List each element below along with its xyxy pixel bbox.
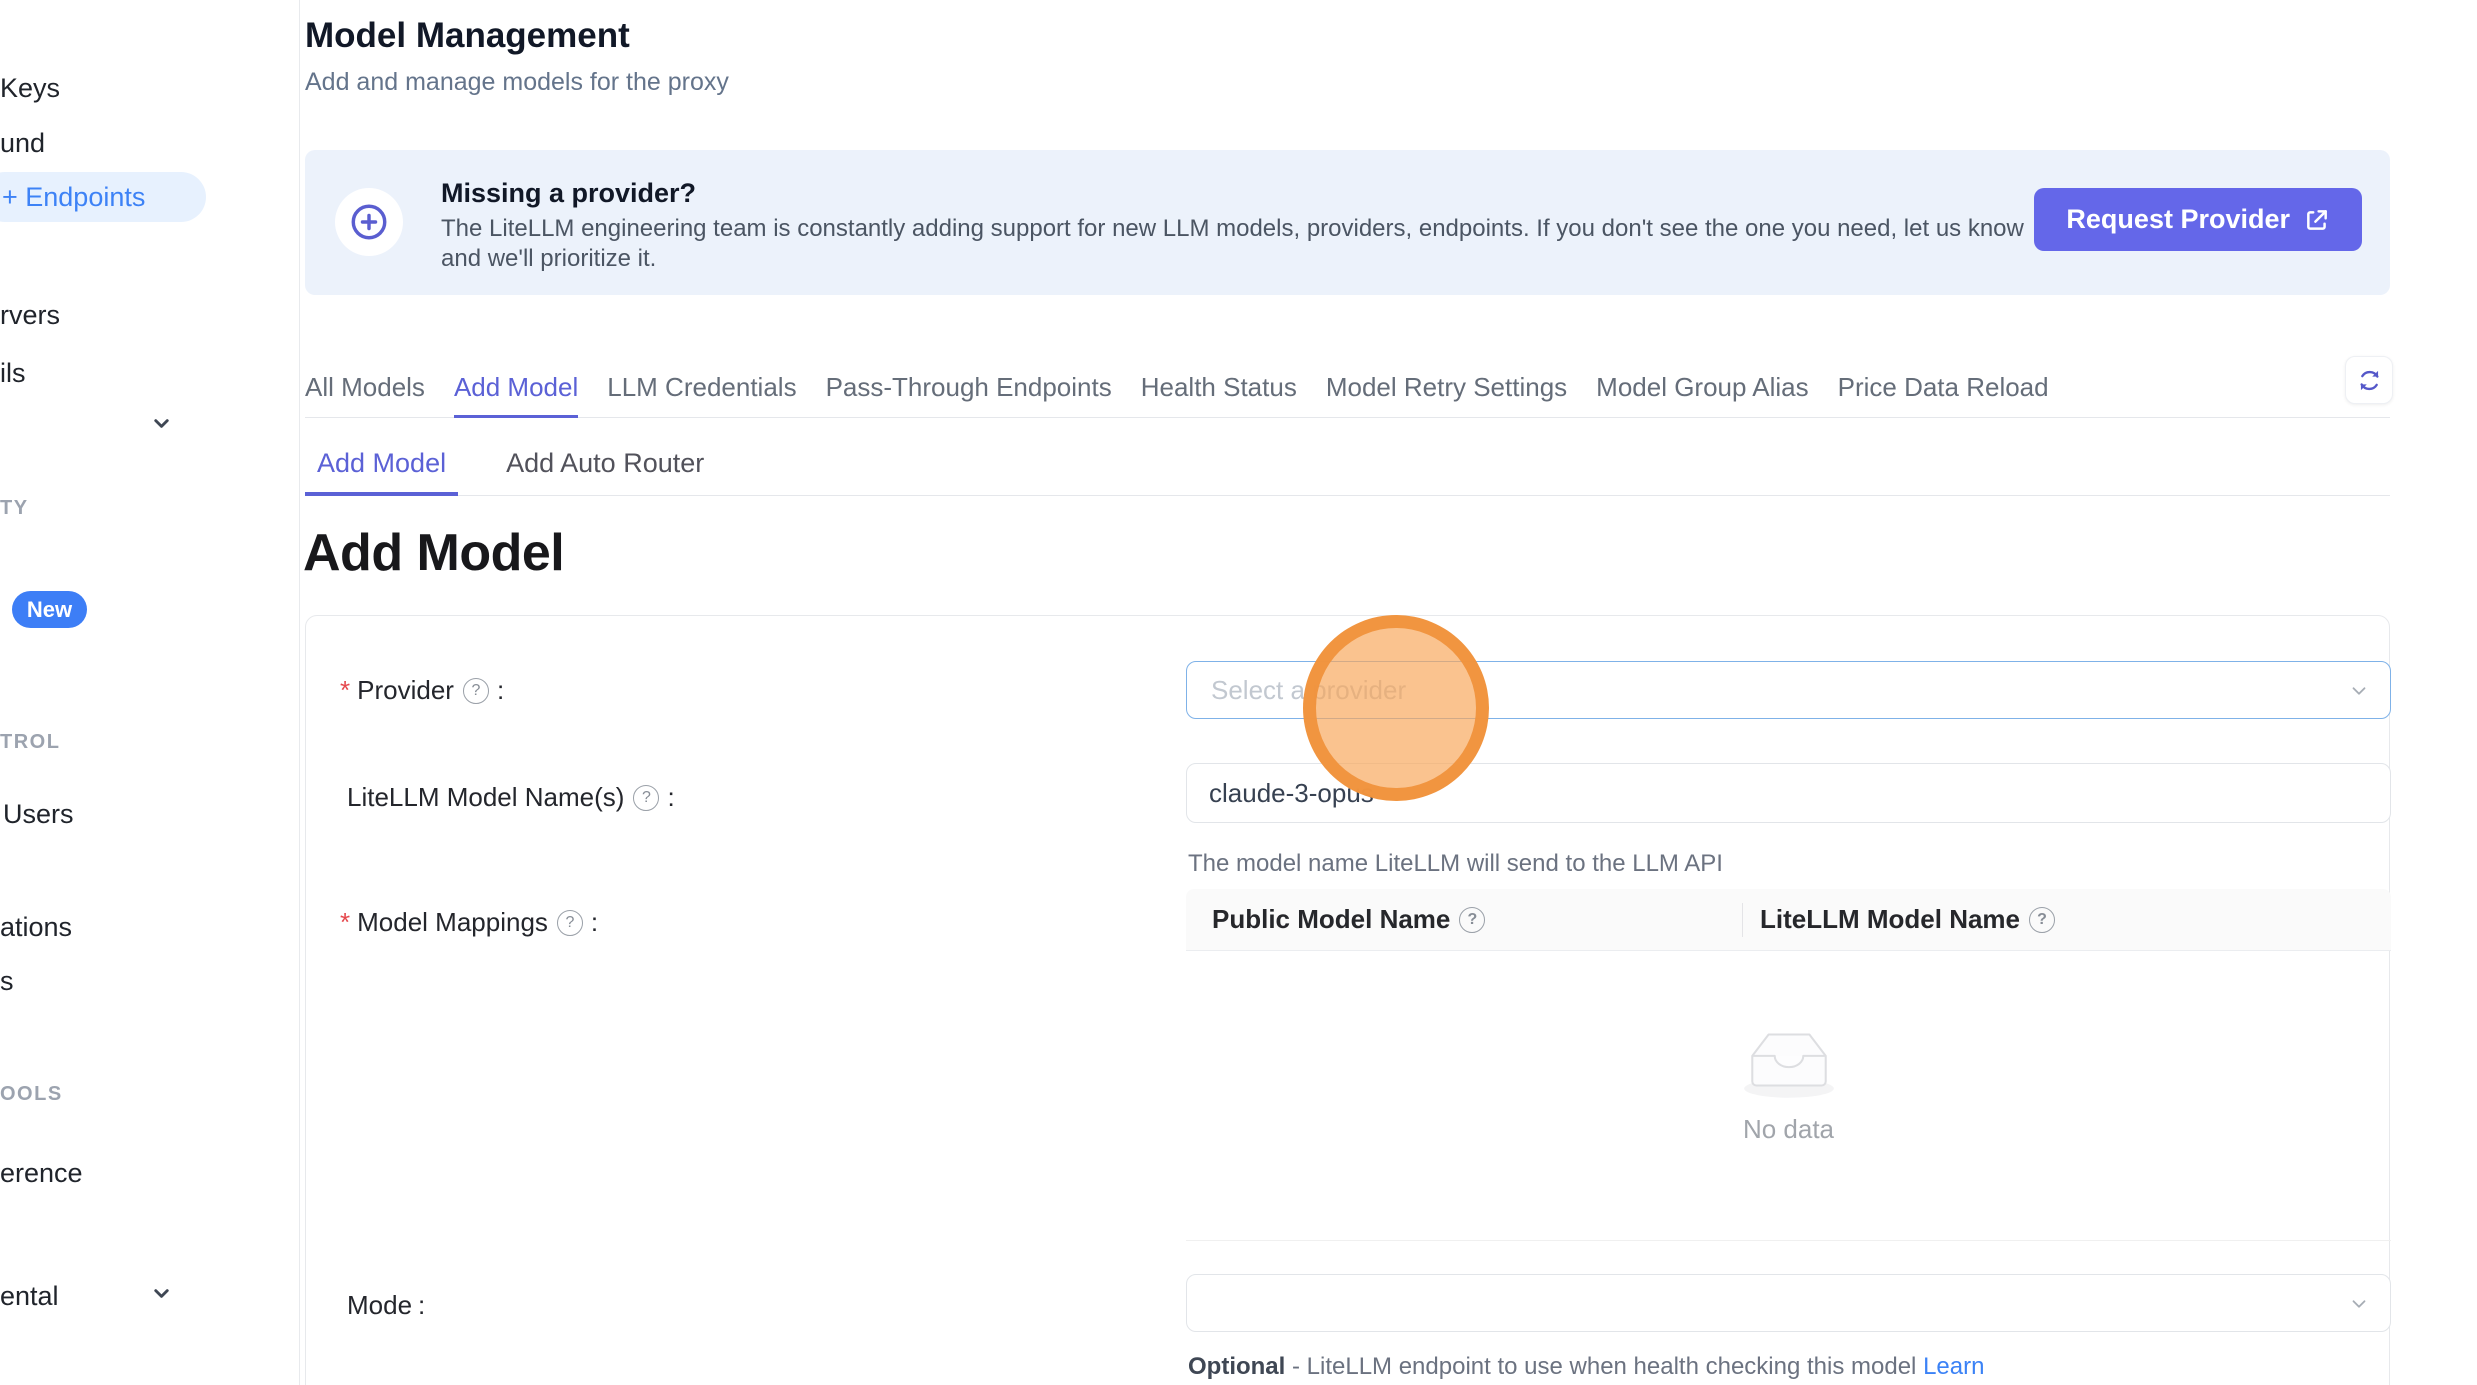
sidebar-item-users[interactable]: Users (3, 799, 74, 830)
required-mark: * (340, 907, 350, 938)
add-model-heading: Add Model (303, 523, 564, 583)
empty-state: No data (1186, 1021, 2391, 1145)
provider-label: * Provider ? : (340, 675, 504, 706)
mode-label: Mode : (347, 1290, 425, 1321)
column-header-litellm-model-name: LiteLLM Model Name ? (1742, 904, 2061, 935)
refresh-icon (2356, 367, 2383, 394)
mode-label-text: Mode (347, 1290, 412, 1321)
model-name-helper: The model name LiteLLM will send to the … (1188, 850, 1723, 878)
sidebar-item-servers[interactable]: rvers (0, 300, 60, 331)
request-provider-label: Request Provider (2066, 204, 2290, 235)
model-mappings-label: * Model Mappings ? : (340, 907, 598, 938)
help-circle-icon[interactable]: ? (557, 910, 583, 936)
sidebar-item-organizations[interactable]: ations (0, 912, 72, 943)
model-name-input[interactable] (1186, 763, 2391, 823)
mode-helper-optional: Optional (1188, 1353, 1285, 1380)
learn-more-link[interactable]: Learn (1923, 1353, 1984, 1380)
sidebar-item-endpoints-label: + Endpoints (2, 182, 145, 213)
help-circle-icon[interactable]: ? (2029, 907, 2055, 933)
page-title: Model Management (305, 16, 630, 56)
sidebar-item-experimental[interactable]: ental (0, 1281, 59, 1312)
tab-llm-credentials[interactable]: LLM Credentials (607, 369, 796, 417)
tab-model-retry-settings[interactable]: Model Retry Settings (1326, 369, 1567, 417)
mode-helper: Optional - LiteLLM endpoint to use when … (1188, 1353, 1984, 1381)
no-data-text: No data (1186, 1114, 2391, 1145)
tab-price-data-reload[interactable]: Price Data Reload (1838, 369, 2049, 417)
sidebar-item-playground[interactable]: und (0, 128, 45, 159)
inbox-icon (1738, 1021, 1840, 1101)
chevron-down-icon[interactable] (150, 412, 173, 435)
sidebar-section-label: TROL (0, 731, 60, 754)
page-subtitle: Add and manage models for the proxy (305, 68, 729, 97)
chevron-down-icon (2348, 680, 2370, 702)
sidebar-section-label: TY (0, 497, 29, 520)
chevron-down-icon[interactable] (150, 1282, 173, 1305)
subtab-add-auto-router[interactable]: Add Auto Router (494, 444, 716, 495)
model-name-label-text: LiteLLM Model Name(s) (347, 782, 624, 813)
litellm-admin-page: Keys und + Endpoints rvers ils TY New TR… (0, 0, 2477, 1385)
tab-add-model[interactable]: Add Model (454, 369, 578, 417)
provider-select[interactable]: Select a provider (1186, 661, 2391, 719)
help-circle-icon[interactable]: ? (1459, 907, 1485, 933)
sidebar-item-keys[interactable]: Keys (0, 73, 60, 104)
tab-pass-through-endpoints[interactable]: Pass-Through Endpoints (826, 369, 1112, 417)
provider-select-placeholder: Select a provider (1211, 675, 1406, 706)
label-colon: : (591, 907, 598, 938)
plus-circle-icon (335, 188, 403, 256)
new-badge: New (12, 591, 87, 628)
column-header-public-model-name: Public Model Name ? (1186, 904, 1742, 935)
provider-label-text: Provider (357, 675, 454, 706)
column-divider (1742, 903, 1743, 937)
column-header-text: LiteLLM Model Name (1760, 904, 2020, 935)
label-colon: : (418, 1290, 425, 1321)
request-provider-button[interactable]: Request Provider (2034, 188, 2362, 251)
refresh-button[interactable] (2345, 356, 2393, 404)
required-mark: * (340, 675, 350, 706)
missing-provider-banner: Missing a provider? The LiteLLM engineer… (305, 150, 2390, 295)
help-circle-icon[interactable]: ? (633, 785, 659, 811)
add-model-subtabs: Add Model Add Auto Router (305, 444, 2390, 496)
sidebar-item-reference[interactable]: erence (0, 1158, 83, 1189)
tab-model-group-alias[interactable]: Model Group Alias (1596, 369, 1808, 417)
sidebar-item-endpoints-active[interactable]: + Endpoints (0, 172, 206, 222)
tab-health-status[interactable]: Health Status (1141, 369, 1297, 417)
sidebar-section-label: OOLS (0, 1083, 63, 1106)
model-management-tabs: All Models Add Model LLM Credentials Pas… (305, 369, 2390, 418)
sidebar-item-s[interactable]: s (0, 966, 14, 997)
label-colon: : (667, 782, 674, 813)
sidebar-item-ils[interactable]: ils (0, 358, 26, 389)
banner-body: The LiteLLM engineering team is constant… (441, 214, 2041, 274)
model-name-label: LiteLLM Model Name(s) ? : (347, 782, 675, 813)
tab-all-models[interactable]: All Models (305, 369, 425, 417)
label-colon: : (497, 675, 504, 706)
model-mappings-table: Public Model Name ? LiteLLM Model Name ? (1186, 889, 2391, 1241)
external-link-icon (2304, 207, 2330, 233)
model-mappings-table-header: Public Model Name ? LiteLLM Model Name ? (1186, 889, 2391, 951)
mode-helper-text: - LiteLLM endpoint to use when health ch… (1285, 1353, 1923, 1380)
mode-select[interactable] (1186, 1274, 2391, 1332)
chevron-down-icon (2348, 1293, 2370, 1315)
subtab-add-model[interactable]: Add Model (305, 444, 458, 495)
add-model-form-card: * Provider ? : Select a provider LiteLLM… (305, 615, 2390, 1385)
column-header-text: Public Model Name (1212, 904, 1450, 935)
model-mappings-label-text: Model Mappings (357, 907, 548, 938)
sidebar: Keys und + Endpoints rvers ils TY New TR… (0, 0, 300, 1385)
banner-title: Missing a provider? (441, 178, 696, 209)
help-circle-icon[interactable]: ? (463, 678, 489, 704)
